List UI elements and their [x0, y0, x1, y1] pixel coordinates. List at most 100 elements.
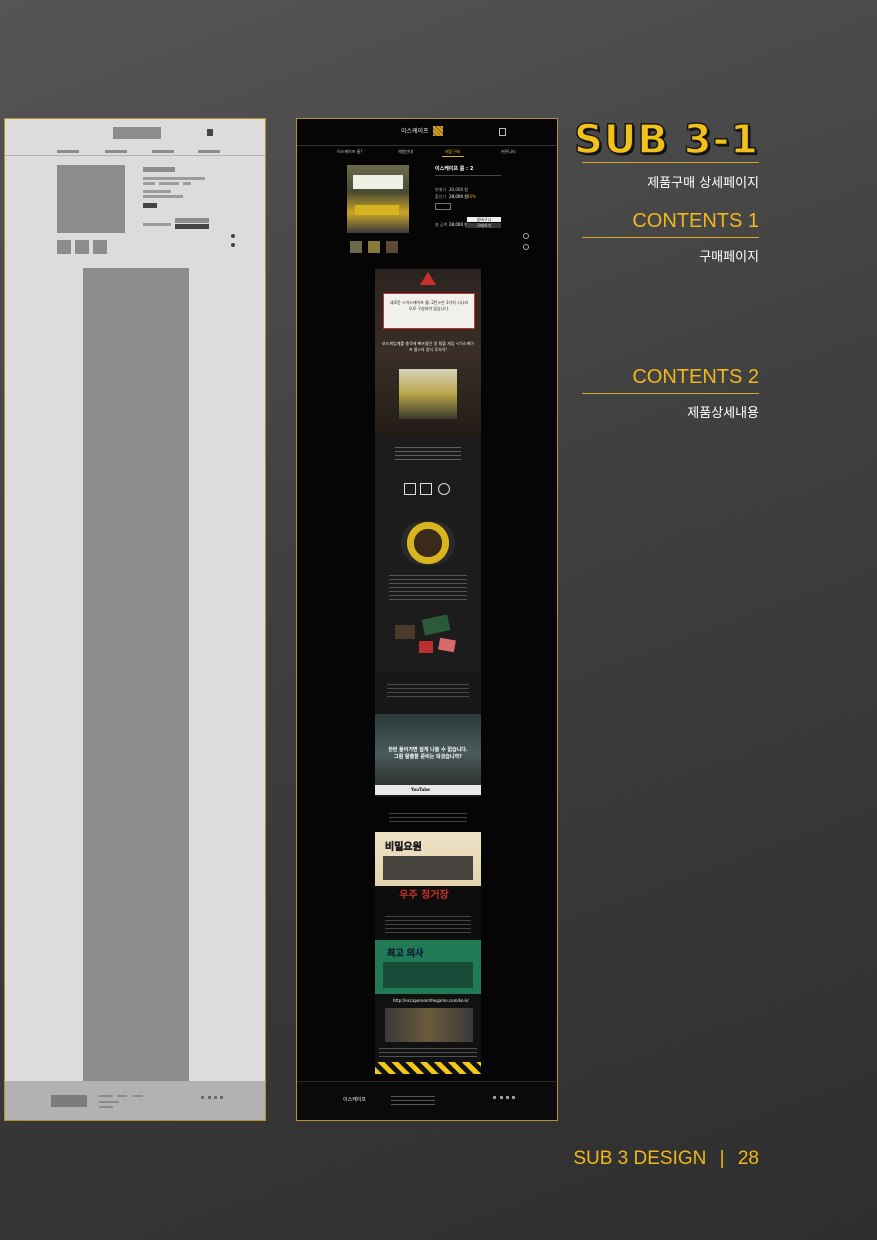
wire-side-dot — [231, 234, 235, 238]
sns-icons[interactable] — [493, 1096, 515, 1102]
page-subtitle: 제품구매 상세페이지 — [647, 176, 759, 191]
wire-login-icon — [207, 129, 213, 136]
video-intro-lines — [387, 684, 469, 698]
wire-buy-button — [175, 224, 209, 229]
official-url[interactable]: http://escaperoomthegame.com/ko-kr — [393, 998, 469, 1003]
page-footer: SUB 3 DESIGN | 28 — [573, 1148, 759, 1170]
cart-button[interactable]: 장바구니 — [467, 217, 501, 222]
wire-text-line — [183, 182, 191, 185]
detail-link-section: http://escaperoomthegame.com/ko-kr — [375, 994, 481, 1074]
contents-1-heading: CONTENTS 1 — [632, 210, 759, 232]
video-headline-2: 그럼 탈출할 준비는 되셨습니까? — [394, 754, 462, 760]
scenario-title-agent: 비밀요원 — [385, 842, 422, 854]
timer-icon — [438, 483, 450, 495]
scenario-intro-lines — [389, 813, 467, 823]
wire-thumb — [93, 240, 107, 254]
warning-icon — [420, 272, 436, 285]
header-divider — [297, 145, 557, 146]
price-value: 30,000 원 — [449, 187, 468, 192]
wire-footer-line — [99, 1106, 113, 1108]
product-box-image — [399, 369, 457, 419]
wire-nav-item — [57, 150, 79, 153]
nav-item-purchase[interactable]: 제품구매 — [445, 149, 460, 154]
wire-text-line — [143, 195, 183, 198]
product-thumb[interactable] — [350, 241, 362, 253]
contents-1-desc: 구매페이지 — [699, 250, 759, 265]
footer-separator: | — [719, 1148, 725, 1169]
wire-nav-item — [198, 150, 220, 153]
help-icon[interactable] — [523, 244, 529, 250]
video-headline-1: 한번 들어가면 쉽게 나올 수 없습니다. — [388, 747, 468, 753]
wire-detail-column — [83, 268, 189, 1081]
product-name: 이스케이프 룸 : 2 — [435, 166, 474, 172]
footer-section: SUB 3 DESIGN — [573, 1148, 707, 1169]
detail-text-lines — [389, 575, 467, 601]
game-components-image — [389, 611, 467, 661]
nav-item-about[interactable]: 이스케이프 룸? — [337, 149, 362, 154]
scenario-title-doctor: 최고 의사 — [387, 949, 424, 960]
design-panel: 이스케이프 이스케이프 룸? 체험안내 제품구매 커뮤니티 이스케이프 룸 : … — [296, 118, 558, 1121]
nav-item-experience[interactable]: 체험안내 — [398, 149, 413, 154]
notice-text: 새로운 <이스케이프 룸: 2탄>은 3가지 시나리오로 구성되어 있습니다. — [389, 300, 469, 311]
wireframe-panel — [4, 118, 266, 1121]
wire-text-line — [143, 182, 155, 185]
scenario-card-doctor: 최고 의사 — [375, 940, 481, 994]
promo-title: 보드게임계를 충격에 빠뜨렸던 방 탈출 게임 <이스케이프 룸>의 정식 후속… — [382, 341, 474, 352]
info-text-lines — [395, 447, 461, 463]
price-label: 판매가 — [435, 187, 447, 192]
login-icon[interactable] — [499, 128, 506, 136]
wire-nav-item — [105, 150, 127, 153]
buy-button[interactable]: 구매하기 — [467, 223, 501, 228]
scroll-top-icon[interactable] — [523, 233, 529, 239]
youtube-logo[interactable]: YouTube — [411, 787, 430, 792]
page-title: SUB 3-1 — [573, 117, 759, 163]
wire-footer-line — [133, 1095, 143, 1097]
sale-value: 28,000 원 — [449, 194, 468, 199]
players-icon — [420, 483, 432, 495]
wire-thumb — [75, 240, 89, 254]
caution-tape — [375, 1062, 481, 1074]
scenario-card-station: 우주 정거장 — [375, 886, 481, 940]
nav-item-community[interactable]: 커뮤니티 — [501, 149, 516, 154]
wire-footer-line — [99, 1101, 119, 1103]
wire-logo-block — [113, 127, 161, 139]
logo-mark-icon — [433, 126, 443, 136]
promo-image — [385, 1008, 473, 1042]
discount-rate: 10% — [467, 194, 476, 199]
time-icon — [404, 483, 416, 495]
detail-video-section: 한번 들어가면 쉽게 나올 수 없습니다. 그럼 탈출할 준비는 되셨습니까? — [375, 672, 481, 797]
wire-nav-item — [152, 150, 174, 153]
notice-box: 새로운 <이스케이프 룸: 2탄>은 3가지 시나리오로 구성되어 있습니다. — [383, 293, 475, 329]
detail-notice-section: 새로운 <이스케이프 룸: 2탄>은 3가지 시나리오로 구성되어 있습니다. … — [375, 269, 481, 437]
wire-divider — [5, 155, 265, 156]
video-thumbnail[interactable]: 한번 들어가면 쉽게 나올 수 없습니다. 그럼 탈출할 준비는 되셨습니까? — [375, 714, 481, 792]
nav-active-underline — [442, 156, 464, 157]
wire-thumb — [57, 240, 71, 254]
total-label: 총 금액 — [435, 222, 448, 227]
footer-page-number: 28 — [737, 1148, 759, 1169]
wire-text-line — [143, 177, 205, 180]
scenario-desc-doctor — [383, 962, 473, 988]
scenario-desc-agent — [383, 856, 473, 880]
product-thumb[interactable] — [386, 241, 398, 253]
wire-cart-button — [175, 218, 209, 223]
design-logo[interactable]: 이스케이프 — [401, 129, 429, 135]
contents-2-rule — [582, 393, 759, 394]
product-thumb[interactable] — [368, 241, 380, 253]
video-caption-bar: YouTube — [375, 785, 481, 795]
quantity-select[interactable] — [435, 203, 451, 210]
wire-footer — [5, 1081, 265, 1120]
wire-sns-dots — [201, 1096, 223, 1102]
footer-info-lines — [391, 1096, 435, 1108]
link-text-lines — [379, 1048, 477, 1058]
wire-select — [143, 203, 157, 208]
total-value: 28,000 원 — [449, 222, 468, 227]
detail-info-section — [375, 437, 481, 672]
wire-footer-line — [117, 1095, 127, 1097]
contents-2-desc: 제품상세내용 — [687, 406, 759, 421]
product-image — [347, 165, 409, 233]
wire-footer-logo — [51, 1095, 87, 1107]
wire-text-line — [143, 223, 171, 226]
wire-text-line — [143, 190, 171, 193]
wire-product-image — [57, 165, 125, 233]
